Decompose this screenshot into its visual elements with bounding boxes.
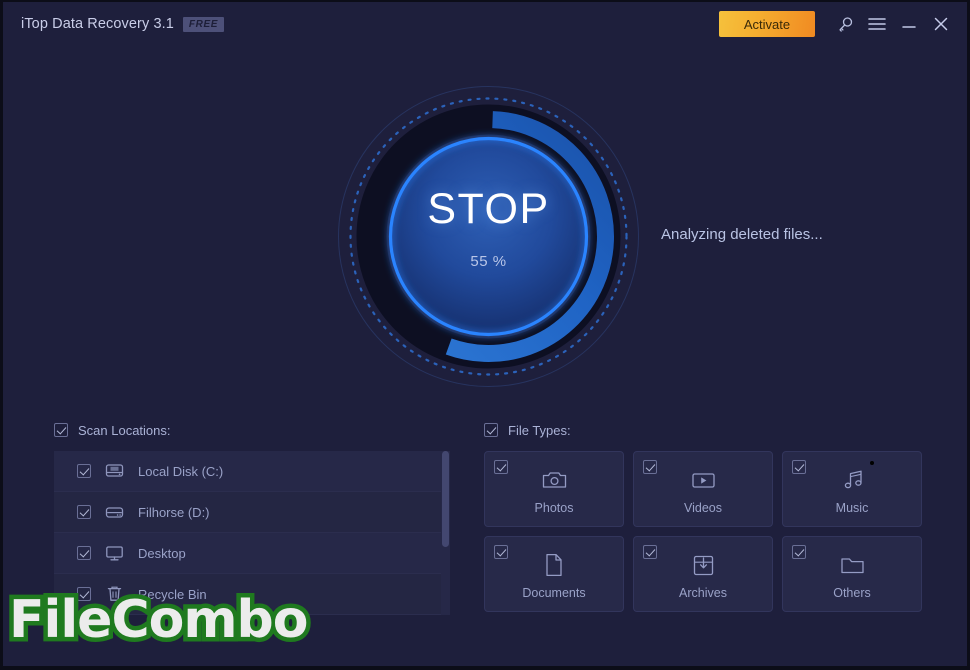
app-window: iTop Data Recovery 3.1 FREE Activate STO… [0,0,970,670]
file-type-music[interactable]: Music [782,451,922,527]
scan-locations-label: Scan Locations: [78,422,171,438]
file-type-checkbox[interactable] [643,460,657,474]
file-type-photos[interactable]: Photos [484,451,624,527]
file-types-panel: File Types: Photos Videos Music Document… [484,419,922,612]
locations-scrollbar-thumb[interactable] [442,451,449,547]
file-type-archives[interactable]: Archives [633,536,773,612]
file-type-label: Music [835,501,869,515]
location-checkbox[interactable] [77,505,91,519]
list-item[interactable]: Filhorse (D:) [54,492,450,533]
hard-drive-icon [105,462,124,481]
title-bar: iTop Data Recovery 3.1 FREE Activate [3,2,967,46]
file-type-others[interactable]: Others [782,536,922,612]
hamburger-menu-icon[interactable] [861,9,893,39]
locations-scrollbar[interactable] [441,451,450,615]
cursor-dot [870,461,874,465]
progress-ring: STOP 55 % [336,84,641,389]
monitor-icon [105,544,124,563]
file-type-videos[interactable]: Videos [633,451,773,527]
minimize-icon[interactable] [893,9,925,39]
key-icon[interactable] [829,9,861,39]
location-label: Desktop [138,545,186,561]
file-type-checkbox[interactable] [792,460,806,474]
scan-locations-panel: Scan Locations: Local Disk (C:) Filhorse… [54,419,450,615]
file-types-grid: Photos Videos Music Documents Archives O… [484,451,922,612]
file-types-select-all-checkbox[interactable] [484,423,498,437]
selection-panels: Scan Locations: Local Disk (C:) Filhorse… [3,407,967,617]
close-icon[interactable] [925,9,957,39]
activate-button[interactable]: Activate [719,11,815,37]
filecombo-watermark: FileCombo [4,586,312,655]
archive-box-icon [692,552,715,578]
file-type-label: Photos [534,501,574,515]
stop-scan-button[interactable]: STOP 55 % [336,84,641,389]
scan-locations-select-all-checkbox[interactable] [54,423,68,437]
file-type-checkbox[interactable] [643,545,657,559]
titlebar-controls: Activate [719,9,967,39]
camera-icon [542,467,567,493]
file-type-label: Videos [684,501,722,515]
scan-locations-header: Scan Locations: [54,419,450,441]
list-item[interactable]: Local Disk (C:) [54,451,450,492]
file-type-label: Documents [522,586,586,600]
video-play-icon [691,467,716,493]
location-label: Filhorse (D:) [138,504,210,520]
file-type-label: Others [833,586,871,600]
drive-icon [105,503,124,522]
file-type-checkbox[interactable] [494,460,508,474]
music-note-icon [840,467,865,493]
file-types-label: File Types: [508,422,571,438]
location-checkbox[interactable] [77,546,91,560]
free-badge: FREE [182,16,224,32]
file-type-label: Archives [679,586,727,600]
file-type-checkbox[interactable] [792,545,806,559]
progress-percent: 55 % [470,252,507,270]
file-types-header: File Types: [484,419,921,441]
stop-label: STOP [427,184,550,233]
app-title-text: iTop Data Recovery 3.1 [21,15,174,32]
location-label: Local Disk (C:) [138,463,224,479]
folder-icon [840,552,865,578]
file-type-checkbox[interactable] [494,545,508,559]
document-icon [544,552,564,578]
location-checkbox[interactable] [77,464,91,478]
app-title: iTop Data Recovery 3.1 FREE [21,16,224,33]
scan-status-text: Analyzing deleted files... [661,226,823,243]
file-type-documents[interactable]: Documents [484,536,624,612]
list-item[interactable]: Desktop [54,533,450,574]
scan-progress-area: STOP 55 % Analyzing deleted files... [3,50,967,402]
